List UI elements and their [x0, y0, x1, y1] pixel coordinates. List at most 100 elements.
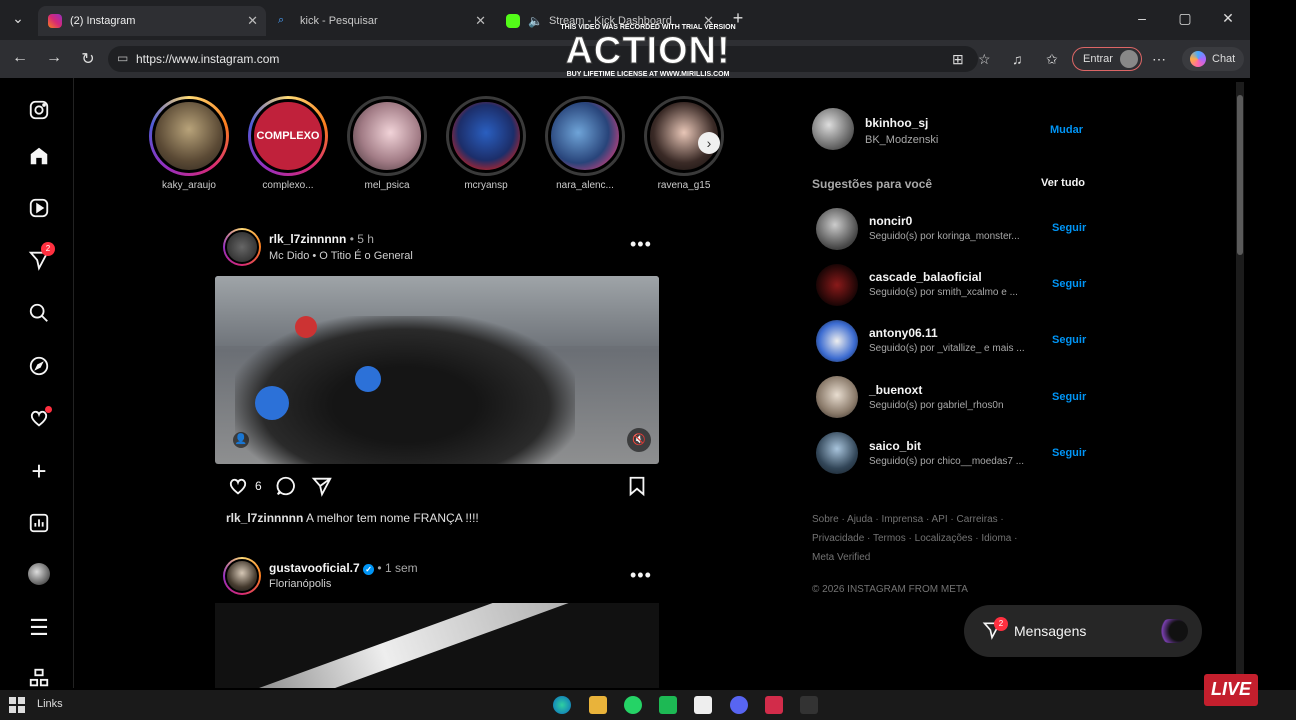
game-app-icon[interactable]	[800, 696, 818, 714]
file-explorer-icon[interactable]	[589, 696, 607, 714]
media-icon[interactable]: ♫	[1012, 51, 1023, 67]
notepad-icon[interactable]	[694, 696, 712, 714]
site-info-icon[interactable]: ▭	[117, 51, 128, 65]
suggestion-username[interactable]: noncir0	[869, 214, 912, 228]
links-toolbar[interactable]: Links	[37, 698, 63, 710]
forward-button[interactable]: →	[44, 49, 64, 67]
more-menu-icon[interactable]: ⋯	[1152, 51, 1166, 68]
switch-account-link[interactable]: Mudar	[1050, 124, 1083, 136]
footer-links-line3[interactable]: Meta Verified	[812, 552, 870, 563]
video-figure	[295, 316, 317, 338]
scrollbar-thumb[interactable]	[1237, 95, 1243, 255]
post-options-icon[interactable]: •••	[630, 234, 652, 255]
direct-messages-icon[interactable]: 2	[27, 242, 55, 272]
copilot-chat-button[interactable]: Chat	[1182, 47, 1244, 71]
edge-browser-icon[interactable]	[553, 696, 571, 714]
tagged-user-icon[interactable]: 👤	[233, 432, 249, 448]
suggestion-avatar[interactable]	[816, 208, 858, 250]
refresh-button[interactable]: ↻	[78, 49, 98, 69]
stories-next-chevron-icon[interactable]: ›	[698, 132, 720, 154]
address-bar[interactable]: ▭ https://www.instagram.com	[108, 46, 978, 72]
follow-button[interactable]: Seguir	[1052, 222, 1086, 234]
messages-label: Mensagens	[1014, 623, 1087, 639]
reels-icon[interactable]	[27, 196, 51, 220]
footer-links-line1[interactable]: Sobre · Ajuda · Imprensa · API · Carreir…	[812, 514, 1004, 525]
apps-icon[interactable]: ⊞	[952, 51, 964, 68]
caption-username[interactable]: rlk_l7zinnnnn	[226, 511, 303, 525]
save-bookmark-icon[interactable]	[626, 475, 648, 502]
menu-hamburger-icon[interactable]: ☰	[27, 615, 51, 640]
see-all-link[interactable]: Ver tudo	[1041, 177, 1085, 189]
notifications-heart-icon[interactable]	[27, 406, 52, 430]
footer-links-line2[interactable]: Privacidade · Termos · Localizações · Id…	[812, 533, 1017, 544]
search-favicon-icon: ⌕	[278, 14, 285, 26]
instagram-page: 2 + ☰ kaky_araujo COMPLEXO complexo... m…	[4, 78, 1234, 688]
minimize-button[interactable]: –	[1132, 10, 1152, 26]
maximize-button[interactable]: ▢	[1175, 10, 1195, 27]
suggestion-username[interactable]: saico_bit	[869, 439, 921, 453]
search-icon[interactable]	[27, 301, 51, 325]
stats-app-icon[interactable]	[659, 696, 677, 714]
mute-toggle-icon[interactable]: 🔇	[627, 428, 651, 452]
post-username[interactable]: rlk_l7zinnnnn • 5 h	[269, 232, 374, 246]
post-video[interactable]: 👤 🔇	[215, 276, 659, 464]
current-user-avatar[interactable]	[812, 108, 854, 150]
whatsapp-icon[interactable]	[624, 696, 642, 714]
suggestion-username[interactable]: antony06.11	[869, 326, 938, 340]
story-item[interactable]: nara_alenc...	[543, 96, 627, 191]
suggestion-avatar[interactable]	[816, 320, 858, 362]
tab-kick-search[interactable]: ⌕ kick - Pesquisar ✕	[268, 6, 494, 36]
story-item[interactable]: kaky_araujo	[147, 96, 231, 191]
story-ring	[347, 96, 427, 176]
favorites-icon[interactable]: ✩	[1046, 51, 1058, 68]
instagram-logo-icon[interactable]	[27, 98, 51, 122]
suggestion-avatar[interactable]	[816, 264, 858, 306]
suggestion-avatar[interactable]	[816, 432, 858, 474]
suggestion-username[interactable]: _buenoxt	[869, 383, 922, 397]
like-count: 6	[255, 479, 262, 493]
home-icon[interactable]	[27, 144, 51, 168]
story-item[interactable]: mel_psica	[345, 96, 429, 191]
post-author-avatar[interactable]	[223, 228, 261, 266]
favorite-star-icon[interactable]: ☆	[978, 51, 991, 68]
post-image[interactable]	[215, 603, 659, 688]
share-icon[interactable]	[310, 475, 334, 502]
like-heart-icon[interactable]	[226, 475, 250, 502]
story-item[interactable]: COMPLEXO complexo...	[246, 96, 330, 191]
post-author-avatar[interactable]	[223, 557, 261, 595]
post-username[interactable]: gustavooficial.7 ✓ • 1 sem	[269, 561, 418, 575]
dashboard-icon[interactable]	[27, 511, 51, 535]
suggestion-avatar[interactable]	[816, 376, 858, 418]
discord-icon[interactable]	[730, 696, 748, 714]
close-tab-icon[interactable]: ✕	[475, 13, 486, 29]
suggestion-username[interactable]: cascade_balaoficial	[869, 270, 982, 284]
follow-button[interactable]: Seguir	[1052, 447, 1086, 459]
story-username: ravena_g15	[657, 180, 711, 191]
follow-button[interactable]: Seguir	[1052, 278, 1086, 290]
meta-threads-icon[interactable]	[27, 666, 51, 690]
follow-button[interactable]: Seguir	[1052, 334, 1086, 346]
post-username-text: rlk_l7zinnnnn	[269, 232, 347, 246]
explore-icon[interactable]	[27, 354, 51, 378]
messages-button[interactable]: 2 Mensagens	[964, 605, 1202, 657]
back-button[interactable]: ←	[10, 49, 30, 67]
current-username[interactable]: bkinhoo_sj	[865, 116, 928, 130]
tab-list-chevron-icon[interactable]: ⌄	[8, 10, 28, 27]
follow-button[interactable]: Seguir	[1052, 391, 1086, 403]
close-tab-icon[interactable]: ✕	[247, 13, 258, 29]
post-location[interactable]: Florianópolis	[269, 578, 331, 590]
close-window-button[interactable]: ✕	[1218, 10, 1238, 27]
profile-avatar-icon[interactable]	[27, 562, 51, 586]
comment-icon[interactable]	[274, 475, 298, 502]
create-plus-icon[interactable]: +	[27, 456, 51, 486]
action-recorder-icon[interactable]	[765, 696, 783, 714]
story-item[interactable]: mcryansp	[444, 96, 528, 191]
post-options-icon[interactable]: •••	[630, 565, 652, 586]
tab-instagram[interactable]: (2) Instagram ✕	[38, 6, 266, 36]
sign-in-button[interactable]: Entrar	[1072, 47, 1142, 71]
windows-taskbar: Links LIVE	[0, 674, 1296, 720]
post-audio-subtitle[interactable]: Mc Dido • O Titio É o General	[269, 250, 413, 262]
suggestions-title: Sugestões para você	[812, 177, 933, 191]
speaker-icon: 🔈	[528, 14, 543, 28]
windows-start-icon[interactable]	[9, 697, 25, 713]
